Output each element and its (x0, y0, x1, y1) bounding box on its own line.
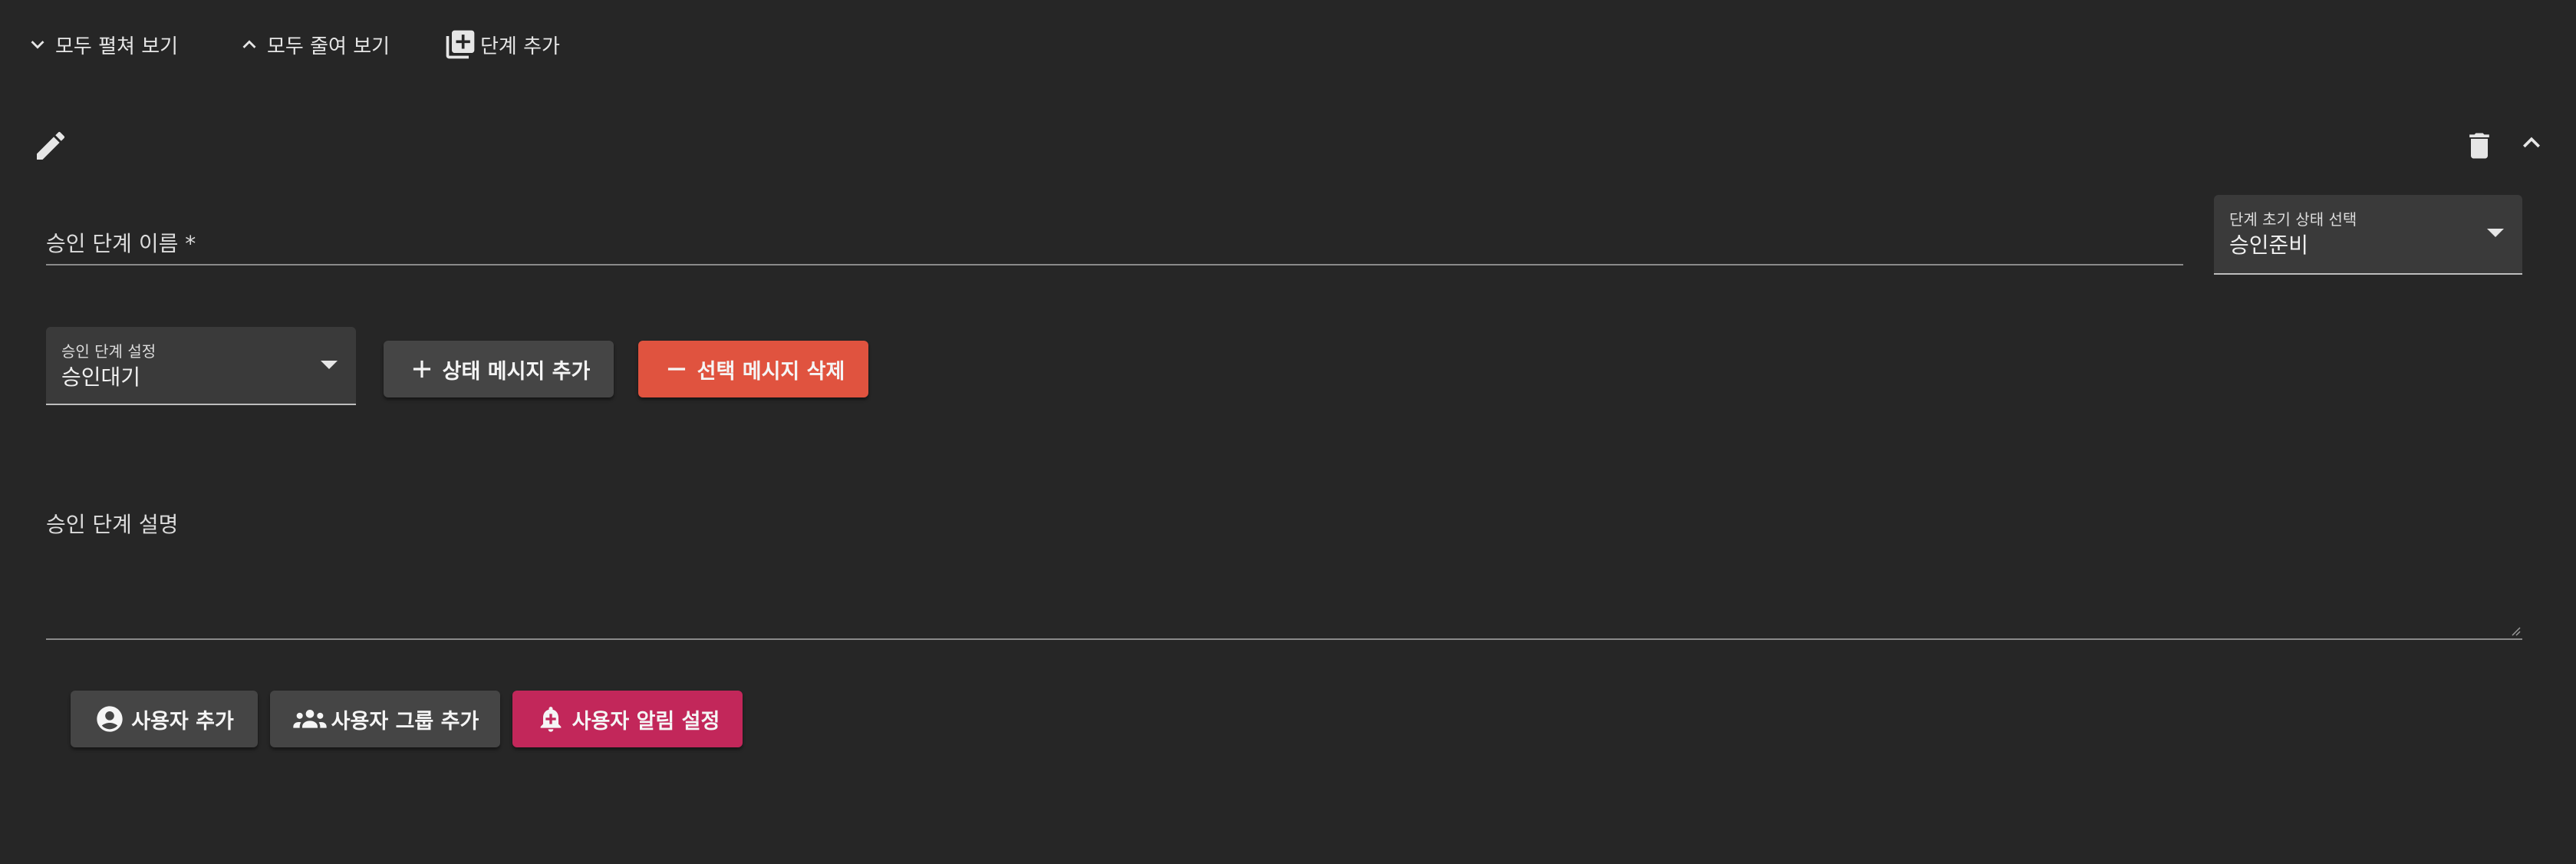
chevron-up-icon (242, 40, 256, 48)
add-status-message-button[interactable]: 상태 메시지 추가 (384, 341, 614, 397)
user-notification-settings-button[interactable]: 사용자 알림 설정 (512, 691, 743, 747)
step-name-label: 승인 단계 이름 * (46, 231, 196, 256)
dropdown-arrow-icon (2487, 229, 2504, 237)
pencil-icon (37, 131, 65, 160)
edit-step-button[interactable] (31, 126, 71, 166)
chevron-up-icon (2523, 137, 2540, 148)
approval-step-editor: 모두 펼쳐 보기 모두 줄여 보기 단계 추가 승인 단계 이름 * 단계 초기… (0, 0, 2576, 864)
step-name-field[interactable]: 승인 단계 이름 * (46, 219, 2183, 265)
collapse-all-button[interactable]: 모두 줄여 보기 (236, 23, 390, 66)
step-setting-value: 승인대기 (61, 364, 141, 390)
delete-selected-message-button[interactable]: 선택 메시지 삭제 (638, 341, 868, 397)
step-setting-label: 승인 단계 설정 (61, 342, 156, 361)
delete-step-button[interactable] (2461, 126, 2498, 166)
bell-plus-icon (540, 707, 561, 732)
library-add-icon (446, 30, 475, 59)
add-step-label: 단계 추가 (480, 35, 560, 58)
add-status-message-label: 상태 메시지 추가 (442, 359, 591, 384)
step-description-label: 승인 단계 설명 (46, 512, 179, 537)
collapse-step-button[interactable] (2512, 126, 2551, 160)
add-user-label: 사용자 추가 (131, 709, 234, 734)
account-group-icon (292, 710, 327, 728)
delete-selected-message-label: 선택 메시지 삭제 (697, 359, 845, 384)
expand-all-label: 모두 펼쳐 보기 (55, 35, 179, 58)
add-step-button[interactable]: 단계 추가 (443, 23, 560, 66)
chevron-down-icon (31, 41, 44, 49)
add-user-group-button[interactable]: 사용자 그룹 추가 (270, 691, 500, 747)
add-user-button[interactable]: 사용자 추가 (71, 691, 258, 747)
add-user-group-label: 사용자 그룹 추가 (331, 709, 479, 734)
collapse-all-label: 모두 줄여 보기 (267, 35, 390, 58)
expand-all-button[interactable]: 모두 펼쳐 보기 (25, 23, 178, 66)
minus-icon (667, 368, 685, 371)
dropdown-arrow-icon (321, 361, 338, 369)
step-setting-select[interactable]: 승인 단계 설정 승인대기 (46, 327, 356, 405)
plus-icon (413, 360, 430, 378)
initial-status-value: 승인준비 (2229, 232, 2309, 258)
initial-status-label: 단계 초기 상태 선택 (2229, 210, 2357, 229)
account-circle-icon (97, 706, 123, 732)
step-description-field[interactable]: 승인 단계 설명 (46, 500, 2522, 640)
initial-status-select[interactable]: 단계 초기 상태 선택 승인준비 (2214, 195, 2522, 275)
user-notification-label: 사용자 알림 설정 (572, 709, 720, 734)
trash-icon (2469, 133, 2489, 159)
resize-handle-icon[interactable] (2510, 625, 2521, 636)
